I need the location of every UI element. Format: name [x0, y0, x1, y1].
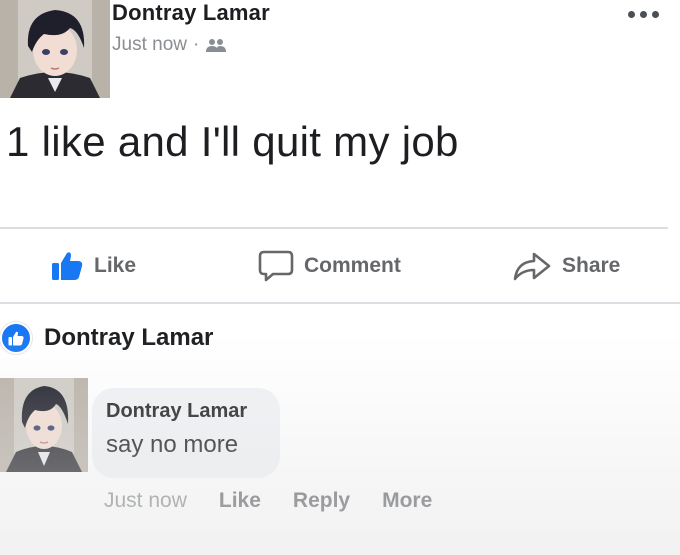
- comment-more-link[interactable]: More: [382, 489, 432, 513]
- share-button[interactable]: Share: [512, 246, 620, 286]
- comment-label: Comment: [304, 254, 401, 277]
- dot: [652, 10, 659, 18]
- post-text: 1 like and I'll quit my job: [6, 118, 459, 165]
- comment-bubble: Dontray Lamar say no more: [92, 388, 280, 478]
- share-label: Share: [562, 254, 621, 277]
- post-meta: Just now ·: [112, 34, 227, 56]
- share-arrow-icon: [513, 252, 551, 281]
- comment-actions: Just now Like Reply More: [104, 489, 464, 513]
- dot: [640, 10, 647, 18]
- like-reaction-icon: [0, 322, 32, 354]
- post-author-avatar[interactable]: [0, 0, 110, 98]
- more-options-icon[interactable]: [628, 6, 668, 22]
- reaction-user-name[interactable]: Dontray Lamar: [44, 324, 213, 352]
- comment-reply-link[interactable]: Reply: [293, 489, 350, 513]
- meta-separator: ·: [192, 34, 200, 55]
- like-button[interactable]: Like: [50, 246, 136, 286]
- divider: [0, 227, 668, 229]
- dot: [628, 10, 635, 18]
- reaction-row[interactable]: Dontray Lamar: [0, 322, 213, 354]
- comment-author[interactable]: Dontray Lamar: [106, 400, 266, 423]
- comment-icon: [258, 250, 294, 282]
- post-timestamp[interactable]: Just now: [112, 34, 187, 56]
- comment-like-link[interactable]: Like: [219, 489, 261, 513]
- thumbs-up-icon: [52, 252, 83, 280]
- post-author-name[interactable]: Dontray Lamar: [112, 0, 270, 26]
- like-label: Like: [94, 254, 137, 277]
- commenter-avatar[interactable]: [0, 378, 88, 472]
- divider: [0, 302, 680, 304]
- friends-icon[interactable]: [205, 37, 227, 53]
- comment-button[interactable]: Comment: [258, 246, 401, 286]
- comment-text: say no more: [106, 431, 239, 458]
- comment-timestamp[interactable]: Just now: [104, 489, 187, 513]
